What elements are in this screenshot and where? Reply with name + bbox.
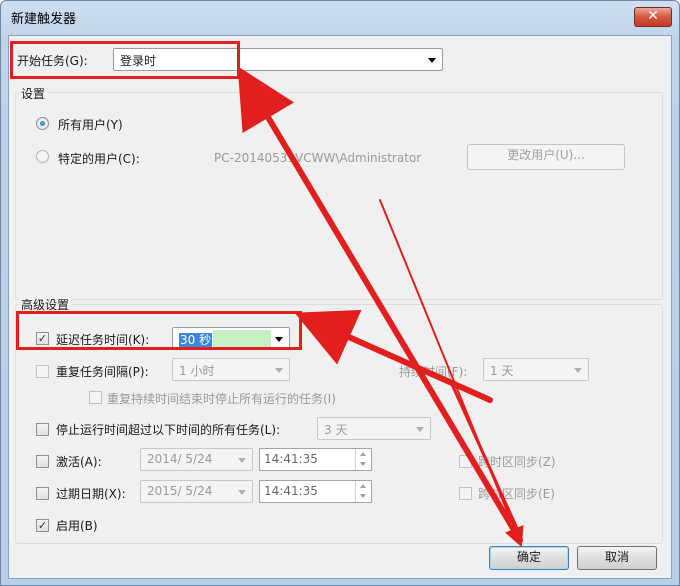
annotation-arrows (237, 66, 524, 548)
arrow-to-begin-task (237, 66, 523, 543)
arrow-to-ok-button (379, 199, 524, 548)
arrow-to-delay (294, 309, 493, 403)
